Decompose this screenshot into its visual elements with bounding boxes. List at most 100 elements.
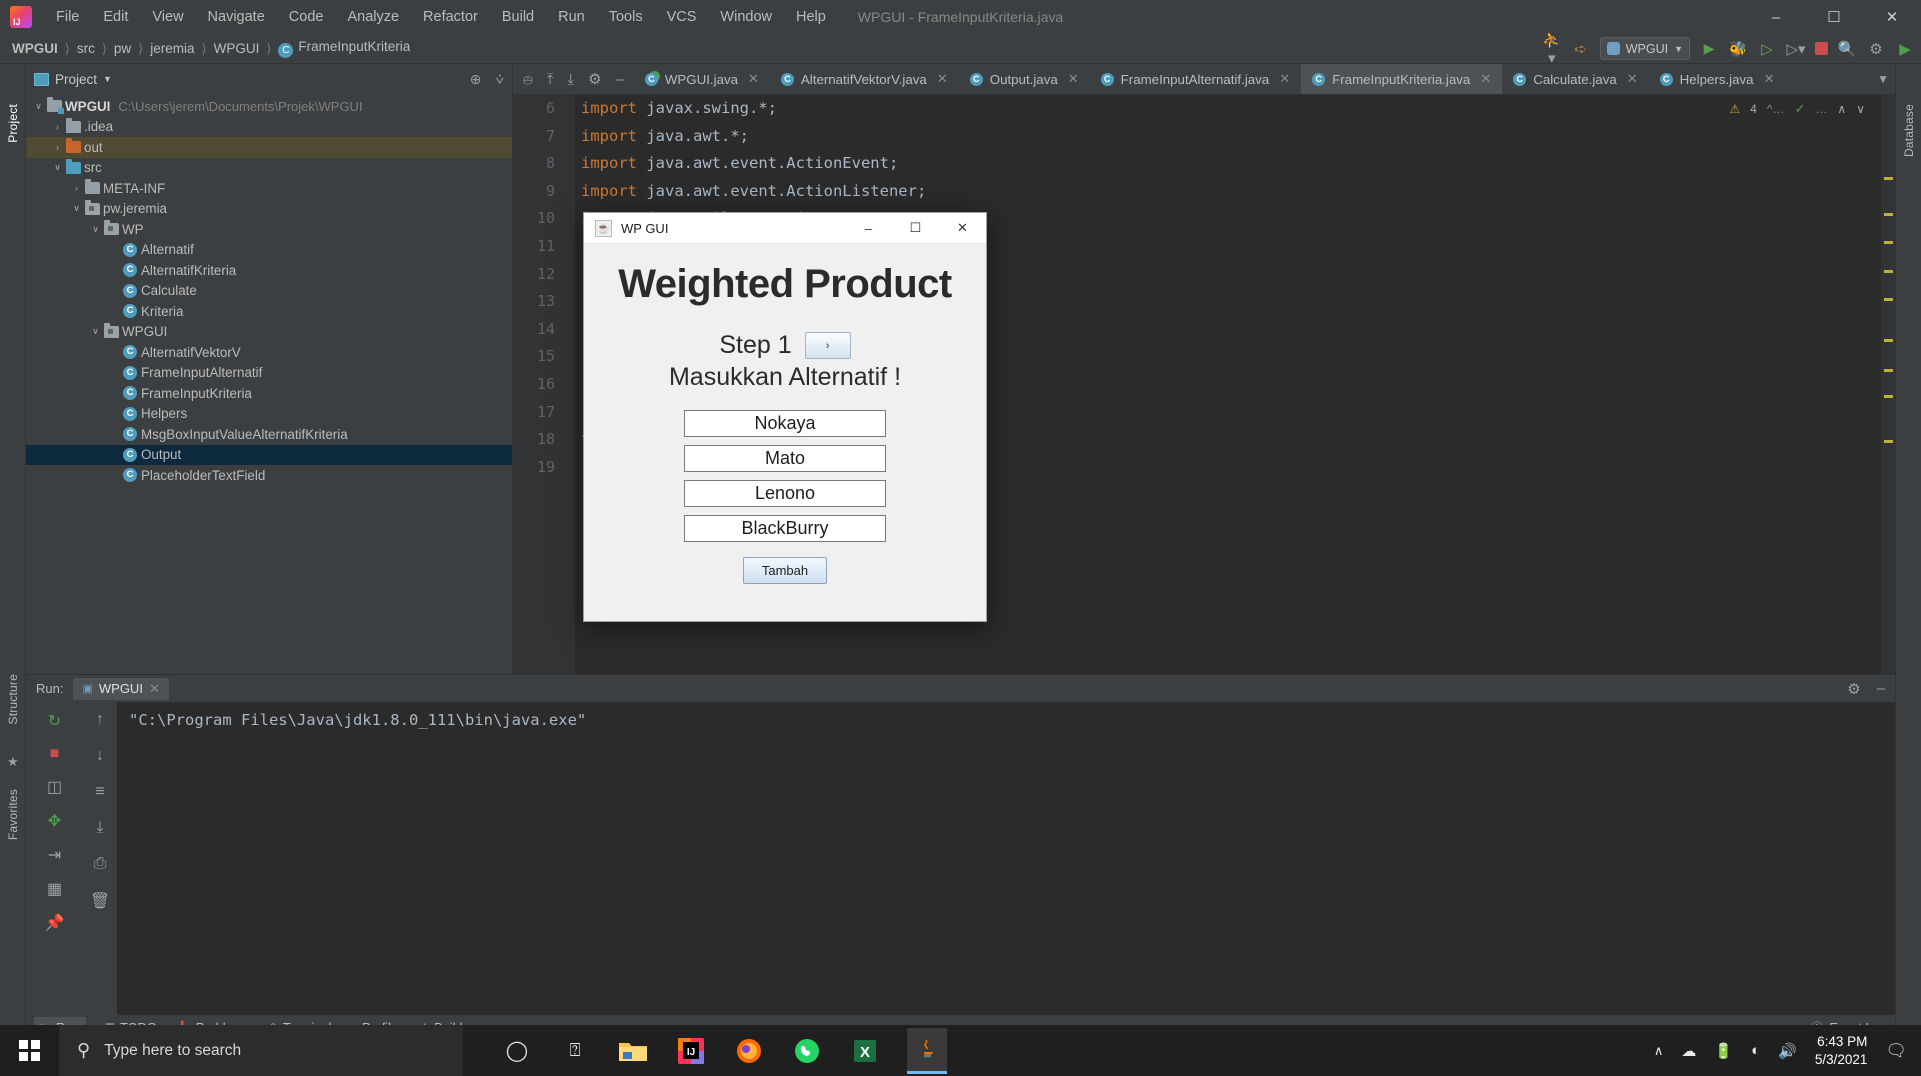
battery-icon[interactable]: 🔋 <box>1714 1042 1733 1060</box>
close-tab-icon[interactable]: ✕ <box>1279 71 1290 87</box>
clear-all-icon[interactable]: 🗑 <box>90 891 110 911</box>
search-icon[interactable]: 🔍 <box>1837 40 1857 58</box>
notifications-icon[interactable]: 🗨 <box>1885 1041 1907 1061</box>
dialog-close-button[interactable]: ✕ <box>939 213 986 244</box>
tree-node-helpers[interactable]: C Helpers <box>26 404 512 425</box>
editor-tab-calculate-java[interactable]: C Calculate.java ✕ <box>1502 64 1648 94</box>
tree-expand-arrow-icon[interactable]: ∨ <box>68 203 85 214</box>
menu-tools[interactable]: Tools <box>597 5 655 29</box>
close-tab-icon[interactable]: ✕ <box>1068 71 1079 87</box>
whatsapp-icon[interactable] <box>791 1035 823 1067</box>
close-tab-icon[interactable]: ✕ <box>1627 71 1638 87</box>
rerun-icon[interactable]: ↻ <box>48 711 61 731</box>
intellij-idea-icon[interactable]: IJ <box>675 1035 707 1067</box>
soft-wrap-icon[interactable]: ≡ <box>95 783 104 801</box>
editor-tab-wpgui-java[interactable]: C WPGUI.java ✕ <box>634 64 770 94</box>
pin-icon[interactable]: 📌 <box>45 913 65 933</box>
alternatif-input-2[interactable]: Mato <box>684 445 886 472</box>
close-tab-icon[interactable]: ✕ <box>1764 71 1775 87</box>
minimize-icon[interactable]: – <box>1877 680 1885 698</box>
debug-icon[interactable]: 🐝 <box>1728 40 1748 58</box>
editor-tab-alternatifvektorv-java[interactable]: C AlternatifVektorV.java ✕ <box>770 64 959 94</box>
menu-navigate[interactable]: Navigate <box>196 5 277 29</box>
menu-vcs[interactable]: VCS <box>655 5 709 29</box>
gear-icon[interactable]: ⚙ <box>1847 680 1860 698</box>
tree-node-frameinputkriteria[interactable]: C FrameInputKriteria <box>26 383 512 404</box>
scroll-to-end-icon[interactable]: ⤓ <box>96 819 103 837</box>
tree-expand-arrow-icon[interactable]: ∨ <box>87 326 104 337</box>
menu-analyze[interactable]: Analyze <box>335 5 411 29</box>
breadcrumb-item-class[interactable]: C FrameInputKriteria <box>274 37 414 60</box>
run-configuration-selector[interactable]: WPGUI ▼ <box>1599 37 1690 60</box>
tree-expand-arrow-icon[interactable]: ∨ <box>30 101 47 112</box>
tree-expand-arrow-icon[interactable]: ∨ <box>87 224 104 235</box>
tree-node-calculate[interactable]: C Calculate <box>26 281 512 302</box>
stop-icon[interactable] <box>1815 42 1828 55</box>
tree-node-kriteria[interactable]: C Kriteria <box>26 301 512 322</box>
menu-help[interactable]: Help <box>784 5 838 29</box>
tree-node-frameinputalternatif[interactable]: C FrameInputAlternatif <box>26 363 512 384</box>
menu-file[interactable]: File <box>44 5 91 29</box>
breadcrumb-item-wpgui[interactable]: WPGUI <box>8 39 62 58</box>
updates-icon[interactable]: ▶ <box>1895 40 1915 58</box>
tree-node-msgboxinputvaluealternatifkriteria[interactable]: C MsgBoxInputValueAlternatifKriteria <box>26 424 512 445</box>
dialog-maximize-button[interactable]: ☐ <box>892 213 939 244</box>
maximize-button[interactable]: ☐ <box>1805 0 1863 34</box>
breadcrumb-item-pw[interactable]: pw <box>110 39 135 58</box>
collapse-all-icon[interactable]: ⩒ <box>495 71 504 88</box>
firefox-icon[interactable] <box>733 1035 765 1067</box>
tree-node-alternatifkriteria[interactable]: C AlternatifKriteria <box>26 260 512 281</box>
close-tab-icon[interactable]: ✕ <box>1480 71 1491 87</box>
hammer-icon[interactable]: ➪ <box>1571 40 1591 58</box>
task-view-icon[interactable]: ⍰ <box>559 1035 591 1067</box>
run-console-output[interactable]: "C:\Program Files\Java\jdk1.8.0_111\bin\… <box>117 702 1895 1015</box>
thread-dump-icon[interactable]: ✥ <box>48 811 61 831</box>
expand-icon[interactable]: ⤒ <box>547 71 554 88</box>
run-tab-wpgui[interactable]: ▣ WPGUI ✕ <box>73 677 169 700</box>
sidebar-tab-project[interactable]: Project <box>6 104 20 143</box>
wifi-icon[interactable]: ◐ <box>1751 1042 1760 1059</box>
onedrive-icon[interactable]: ☁ <box>1681 1042 1696 1060</box>
tree-node-wpgui[interactable]: ∨ WPGUI C:\Users\jerem\Documents\Projek\WP… <box>26 96 512 117</box>
chevron-down-icon[interactable]: ▼ <box>103 74 112 84</box>
editor-tabs-overflow[interactable]: ▼ <box>1877 64 1895 94</box>
close-icon[interactable]: ✕ <box>149 681 160 697</box>
locate-file-icon[interactable]: ⊕ <box>470 71 482 88</box>
gear-icon[interactable]: ⚙ <box>1866 40 1886 58</box>
tree-node-wp[interactable]: ∨ WP <box>26 219 512 240</box>
tree-expand-arrow-icon[interactable]: ∨ <box>49 162 66 173</box>
alternatif-input-4[interactable]: BlackBurry <box>684 515 886 542</box>
breadcrumb-item-jeremia[interactable]: jeremia <box>146 39 198 58</box>
tree-node-src[interactable]: ∨ src <box>26 158 512 179</box>
editor-tab-helpers-java[interactable]: C Helpers.java ✕ <box>1649 64 1786 94</box>
tree-node-output[interactable]: C Output <box>26 444 512 465</box>
run-icon[interactable]: ▶ <box>1699 40 1719 57</box>
minimize-button[interactable]: – <box>1747 0 1805 34</box>
tree-node-alternatifvektorv[interactable]: C AlternatifVektorV <box>26 342 512 363</box>
taskbar-search[interactable]: ⚲ Type here to search <box>59 1025 463 1076</box>
menu-edit[interactable]: Edit <box>91 5 140 29</box>
tree-node-meta-inf[interactable]: › META-INF <box>26 178 512 199</box>
volume-icon[interactable]: 🔊 <box>1778 1042 1797 1060</box>
taskbar-clock[interactable]: 6:43 PM 5/3/2021 <box>1815 1033 1868 1068</box>
menu-view[interactable]: View <box>140 5 195 29</box>
next-highlight-icon[interactable]: ∨ <box>1856 102 1865 116</box>
tree-expand-arrow-icon[interactable]: › <box>49 142 66 152</box>
file-explorer-icon[interactable] <box>617 1035 649 1067</box>
print-icon[interactable]: ⎙ <box>94 855 107 873</box>
hide-icon[interactable]: – <box>616 71 624 88</box>
menu-build[interactable]: Build <box>490 5 546 29</box>
settings-gear-icon[interactable]: ⚙ <box>588 70 601 88</box>
sidebar-tab-structure[interactable]: Structure <box>6 674 20 725</box>
alternatif-input-3[interactable]: Lenono <box>684 480 886 507</box>
tray-chevron-icon[interactable]: ∧ <box>1654 1043 1664 1059</box>
menu-code[interactable]: Code <box>277 5 336 29</box>
tree-node-out[interactable]: › out <box>26 137 512 158</box>
menu-refactor[interactable]: Refactor <box>411 5 490 29</box>
sidebar-tab-favorites[interactable]: Favorites <box>6 789 20 840</box>
camera-icon[interactable]: ◫ <box>47 777 62 797</box>
tambah-button[interactable]: Tambah <box>743 557 827 584</box>
sidebar-tab-database[interactable]: Database <box>1902 104 1916 157</box>
layout-icon[interactable]: ▦ <box>47 879 62 899</box>
breadcrumb-item-src[interactable]: src <box>73 39 99 58</box>
